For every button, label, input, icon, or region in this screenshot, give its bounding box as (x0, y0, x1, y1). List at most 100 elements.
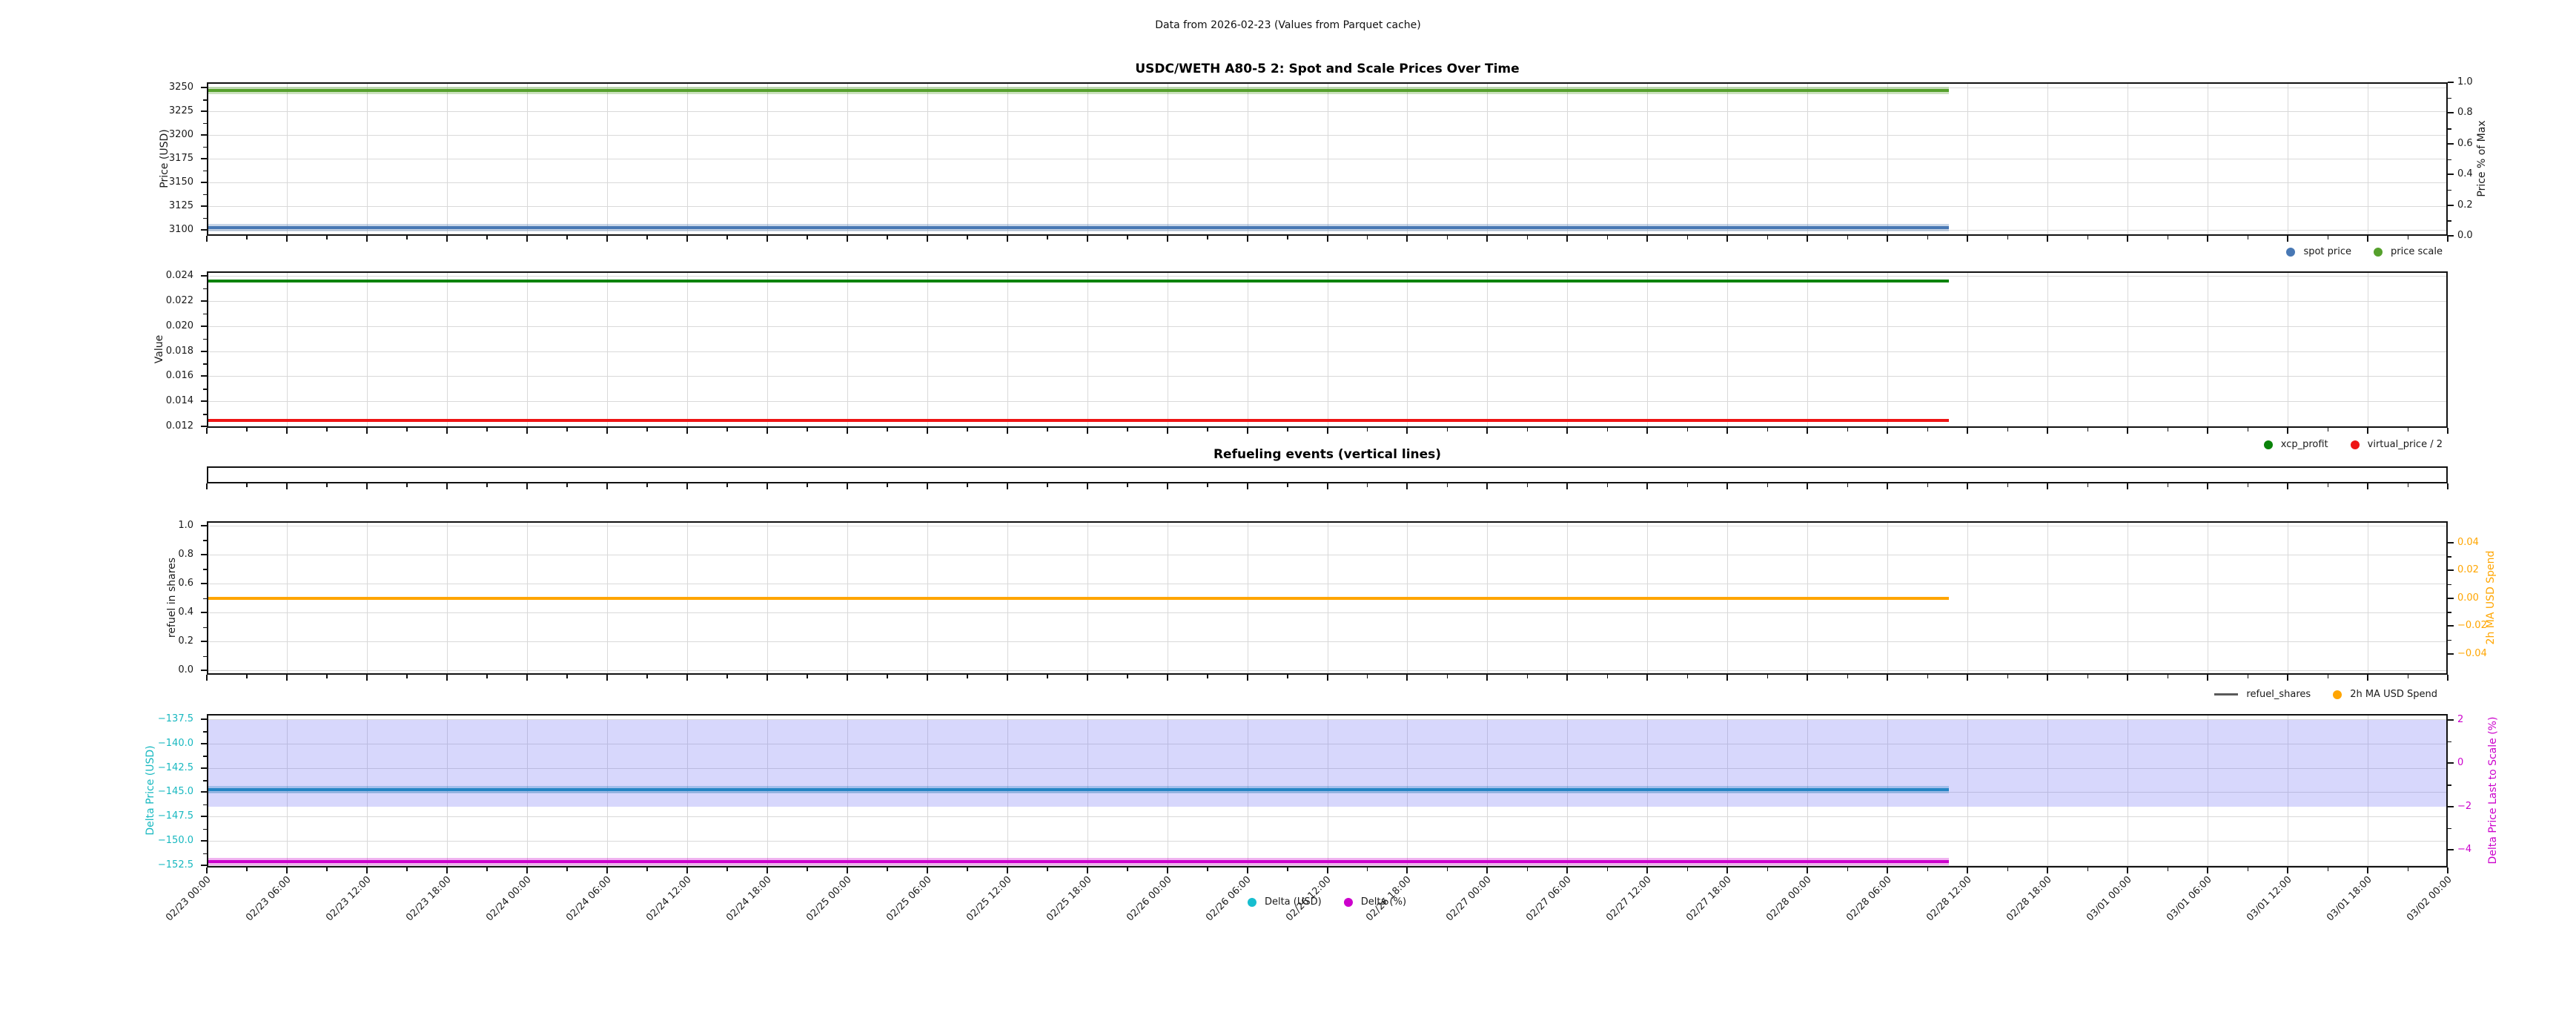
x-minor-tick-mark (2408, 483, 2409, 487)
x-minor-tick-mark (1367, 483, 1368, 487)
x-minor-tick-mark (807, 675, 808, 678)
x-minor-tick-mark (807, 868, 808, 871)
y-tick-mark (201, 375, 207, 377)
x-tick-mark (1486, 675, 1488, 681)
x-minor-tick-mark (1447, 868, 1448, 871)
x-minor-tick-mark (1687, 675, 1689, 678)
x-minor-tick-mark (1047, 868, 1048, 871)
x-tick-mark (2207, 675, 2208, 681)
x-minor-tick-mark (887, 428, 888, 432)
x-minor-tick-mark (2408, 428, 2409, 432)
x-minor-tick-mark (1447, 675, 1448, 678)
x-minor-tick-mark (646, 675, 648, 678)
x-tick-label: 02/26 06:00 (1205, 874, 1254, 924)
y2-tick-mark (2448, 205, 2454, 206)
x-minor-tick-mark (246, 868, 248, 871)
y-minor-tick-mark (203, 288, 207, 290)
y-tick-mark (201, 275, 207, 277)
x-tick-mark (927, 483, 928, 489)
x-minor-tick-mark (1927, 675, 1929, 678)
x-tick-mark (446, 236, 448, 242)
y-minor-tick-mark (203, 147, 207, 148)
x-tick-mark (1087, 483, 1088, 489)
legend-item-2h-ma-usd-spend: 2h MA USD Spend (2333, 689, 2437, 700)
x-tick-mark (1406, 675, 1408, 681)
x-minor-tick-mark (1607, 483, 1609, 487)
x-minor-tick-mark (1207, 483, 1208, 487)
x-tick-mark (1646, 428, 1648, 434)
legend-1: spot priceprice scale (2286, 246, 2443, 257)
y2-minor-tick-mark (2448, 741, 2451, 743)
x-tick-mark (2127, 428, 2128, 434)
y2-tick-mark (2448, 174, 2454, 175)
x-tick-mark (2047, 236, 2048, 242)
x-tick-mark (2287, 483, 2288, 489)
x-minor-tick-mark (326, 675, 328, 678)
x-tick-mark (1887, 236, 1888, 242)
x-tick-mark (847, 428, 848, 434)
x-tick-mark (686, 236, 688, 242)
x-tick-mark (1247, 236, 1248, 242)
x-minor-tick-mark (1847, 428, 1849, 432)
x-tick-mark (446, 868, 448, 873)
y-minor-tick-mark (203, 363, 207, 365)
y-tick-mark (201, 791, 207, 793)
y2-minor-tick-mark (2448, 128, 2451, 130)
x-minor-tick-mark (1527, 428, 1529, 432)
x-tick-mark (2287, 868, 2288, 873)
y-tick-mark (201, 87, 207, 88)
x-tick-mark (1327, 483, 1328, 489)
y-tick-mark (201, 670, 207, 671)
y2-tick-mark (2448, 849, 2454, 850)
x-minor-tick-mark (1367, 868, 1368, 871)
x-tick-mark (686, 868, 688, 873)
y-axis-label: refuel in shares (166, 486, 178, 709)
x-minor-tick-mark (807, 428, 808, 432)
x-minor-tick-mark (1687, 483, 1689, 487)
y-minor-tick-mark (203, 171, 207, 172)
y-tick-label: 3150 (115, 176, 193, 188)
x-tick-mark (2127, 236, 2128, 242)
x-minor-tick-mark (887, 483, 888, 487)
y-tick-label: 3100 (115, 224, 193, 236)
y-axis-label: Delta Price (USD) (145, 679, 156, 902)
x-tick-mark (2047, 483, 2048, 489)
x-minor-tick-mark (646, 428, 648, 432)
x-minor-tick-mark (486, 675, 488, 678)
plot-frame-2 (207, 271, 2448, 428)
legend-4: refuel_shares 2h MA USD Spend (2214, 689, 2437, 700)
x-tick-mark (1887, 868, 1888, 873)
y2-axis-label: Price % of Max (2476, 47, 2488, 270)
x-minor-tick-mark (2168, 428, 2169, 432)
y-tick-label: 0.8 (115, 549, 193, 561)
x-minor-tick-mark (406, 483, 408, 487)
y-tick-mark (201, 351, 207, 352)
x-tick-mark (1167, 428, 1168, 434)
x-tick-mark (1646, 675, 1648, 681)
x-tick-mark (446, 675, 448, 681)
x-tick-mark (766, 428, 768, 434)
x-minor-tick-mark (967, 236, 968, 239)
x-minor-tick-mark (1367, 236, 1368, 239)
y-tick-mark (201, 110, 207, 112)
x-tick-label: 02/25 18:00 (1044, 874, 1094, 924)
x-minor-tick-mark (1847, 868, 1849, 871)
x-minor-tick-mark (1847, 675, 1849, 678)
y2-minor-tick-mark (2448, 612, 2451, 613)
x-tick-mark (526, 483, 528, 489)
y-minor-tick-mark (203, 598, 207, 600)
x-tick-mark (1167, 483, 1168, 489)
x-tick-mark (1646, 483, 1648, 489)
x-minor-tick-mark (1207, 675, 1208, 678)
x-tick-label: 02/28 12:00 (1924, 874, 1974, 924)
y-tick-label: 0.6 (115, 578, 193, 589)
legend-item-refuel-shares: refuel_shares (2214, 689, 2311, 700)
x-tick-mark (206, 675, 208, 681)
x-tick-mark (1486, 483, 1488, 489)
x-minor-tick-mark (967, 483, 968, 487)
y-tick-label: 3250 (115, 82, 193, 93)
y-tick-mark (201, 840, 207, 842)
x-tick-mark (2287, 428, 2288, 434)
x-minor-tick-mark (2168, 483, 2169, 487)
x-tick-mark (1007, 675, 1008, 681)
